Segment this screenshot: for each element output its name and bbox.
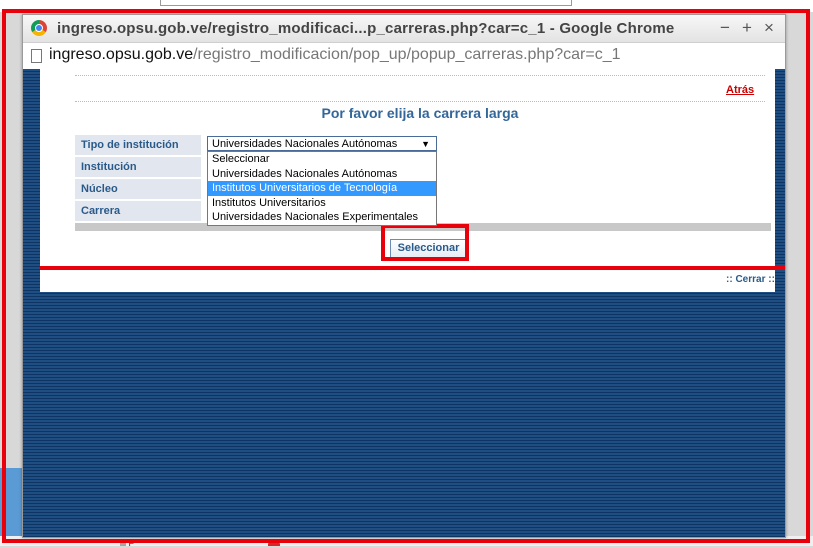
background-textarea bbox=[160, 0, 572, 6]
dropdown-option-highlighted[interactable]: Institutos Universitarios de Tecnología bbox=[208, 181, 436, 196]
chrome-logo-icon bbox=[31, 20, 47, 36]
dropdown-arrow-icon: ▼ bbox=[421, 139, 430, 149]
page-icon bbox=[31, 49, 42, 63]
popup-content: Atrás Por favor elija la carrera larga T… bbox=[40, 69, 775, 292]
background-bottom-text: ili F bbox=[120, 538, 134, 548]
label-tipo-institucion: Tipo de institución bbox=[75, 135, 201, 155]
label-carrera: Carrera bbox=[75, 201, 201, 221]
url-text[interactable]: ingreso.opsu.gob.ve/registro_modificacio… bbox=[49, 46, 621, 64]
background-sidebar-fragment bbox=[0, 468, 22, 538]
dropdown-option[interactable]: Seleccionar bbox=[208, 152, 436, 167]
tipo-institucion-select[interactable]: Universidades Nacionales Autónomas ▼ bbox=[207, 136, 437, 151]
popup-viewport: Atrás Por favor elija la carrera larga T… bbox=[23, 69, 785, 537]
tipo-institucion-dropdown: Seleccionar Universidades Nacionales Aut… bbox=[207, 151, 437, 226]
address-bar[interactable]: ingreso.opsu.gob.ve/registro_modificacio… bbox=[23, 42, 785, 70]
dropdown-option[interactable]: Institutos Universitarios bbox=[208, 196, 436, 211]
page-heading: Por favor elija la carrera larga bbox=[321, 105, 519, 121]
url-path: /registro_modificacion/pop_up/popup_carr… bbox=[193, 46, 621, 63]
tipo-select-value: Universidades Nacionales Autónomas bbox=[212, 138, 398, 150]
top-dotted-divider bbox=[75, 75, 765, 76]
label-nucleo: Núcleo bbox=[75, 179, 201, 199]
back-link[interactable]: Atrás bbox=[726, 84, 754, 96]
seleccionar-button[interactable]: Seleccionar bbox=[390, 239, 467, 258]
dropdown-option[interactable]: Universidades Nacionales Autónomas bbox=[208, 167, 436, 182]
label-institucion: Institución bbox=[75, 157, 201, 177]
background-red-icon bbox=[268, 539, 280, 546]
heading-dotted-divider bbox=[75, 101, 765, 102]
popup-window: ingreso.opsu.gob.ve/registro_modificaci.… bbox=[22, 14, 786, 538]
minimize-button[interactable]: − bbox=[720, 18, 730, 38]
bottom-dotted-divider bbox=[75, 269, 765, 270]
dropdown-option[interactable]: Universidades Nacionales Experimentales bbox=[208, 210, 436, 225]
window-title: ingreso.opsu.gob.ve/registro_modificaci.… bbox=[57, 20, 675, 37]
close-window-button[interactable]: × bbox=[764, 18, 774, 38]
title-bar[interactable]: ingreso.opsu.gob.ve/registro_modificaci.… bbox=[23, 15, 785, 42]
close-link[interactable]: :: Cerrar :: bbox=[726, 274, 775, 285]
url-host: ingreso.opsu.gob.ve bbox=[49, 46, 194, 63]
maximize-button[interactable]: + bbox=[742, 18, 752, 38]
